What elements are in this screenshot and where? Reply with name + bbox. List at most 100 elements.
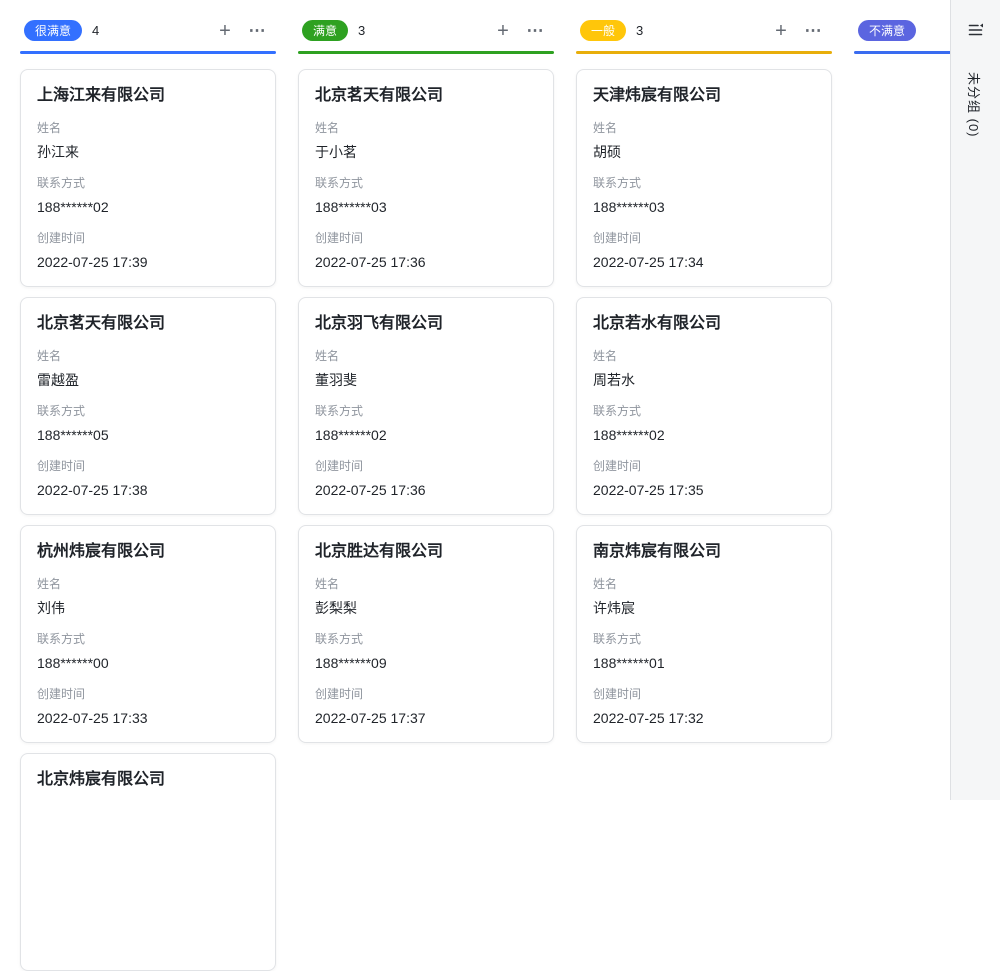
field-label-contact: 联系方式 [593,403,815,419]
field-value-contact: 188******02 [315,425,537,445]
add-card-button[interactable]: + [492,20,514,42]
group-badge: 很满意 [24,20,82,41]
field-value-name: 彭梨梨 [315,598,537,618]
card-count: 3 [636,23,643,38]
field-value-created: 2022-07-25 17:32 [593,708,815,728]
field-value-name: 于小茗 [315,142,537,162]
field-label-name: 姓名 [315,348,537,364]
kanban-column-very-satisfied: 很满意4+⋯上海江来有限公司姓名孙江来联系方式188******02创建时间20… [20,20,276,971]
kanban-card[interactable]: 南京炜宸有限公司姓名许炜宸联系方式 188******01 创建时间 2022-07-… [576,525,832,743]
field-value-created: 2022-07-25 17:37 [315,708,537,728]
card-list: 上海江来有限公司姓名孙江来联系方式188******02创建时间2022-07-… [20,69,276,971]
kanban-column-neutral: 一般3+⋯天津炜宸有限公司姓名胡硕联系方式188******03创建时间2022… [576,20,832,971]
card-title: 北京若水有限公司 [593,313,815,335]
card-title: 上海江来有限公司 [37,85,259,107]
field-label-created: 创建时间 [593,686,815,702]
field-value-contact: 188******01 [593,653,815,673]
column-header: 满意 3 + ⋯ [298,20,554,41]
group-badge: 一般 [580,20,626,41]
card-title: 杭州炜宸有限公司 [37,541,259,563]
column-header: 很满意 4 + ⋯ [20,20,276,41]
collapsed-group-label[interactable]: 未分组 (0) [965,72,984,138]
field-label-contact: 联系方式 [37,631,259,647]
column-menu-button[interactable]: ⋯ [246,20,268,42]
field-label-contact: 联系方式 [593,631,815,647]
group-badge: 不满意 [858,20,916,41]
field-label-created: 创建时间 [315,458,537,474]
field-value-name: 刘伟 [37,598,259,618]
card-title: 北京胜达有限公司 [315,541,537,563]
column-menu-button[interactable]: ⋯ [802,20,824,42]
column-header: 一般 3 + ⋯ [576,20,832,41]
field-label-name: 姓名 [37,120,259,136]
field-label-name: 姓名 [593,576,815,592]
field-value-name: 许炜宸 [593,598,815,618]
card-list: 北京茗天有限公司姓名于小茗联系方式188******03创建时间2022-07-… [298,69,554,743]
kanban-card[interactable]: 北京茗天有限公司姓名雷越盈联系方式188******05创建时间2022-07-… [20,297,276,515]
field-label-contact: 联系方式 [315,631,537,647]
kanban-card[interactable]: 北京茗天有限公司姓名于小茗联系方式 188******03 创建时间 2022-07-… [298,69,554,287]
field-value-name: 周若水 [593,370,815,390]
field-label-created: 创建时间 [315,230,537,246]
collapsed-groups-panel: 未分组 (0) [950,0,1000,800]
field-value-name: 董羽斐 [315,370,537,390]
field-label-contact: 联系方式 [315,403,537,419]
field-value-name: 胡硕 [593,142,815,162]
card-title: 北京羽飞有限公司 [315,313,537,335]
collapse-panel-button[interactable] [965,19,987,44]
field-label-contact: 联系方式 [315,175,537,191]
group-color-bar [298,51,554,54]
card-list: 天津炜宸有限公司姓名胡硕联系方式188******03创建时间2022-07-2… [576,69,832,743]
field-value-created: 2022-07-25 17:38 [37,480,259,500]
field-value-created: 2022-07-25 17:39 [37,252,259,272]
field-value-name: 雷越盈 [37,370,259,390]
field-value-contact: 188******03 [315,197,537,217]
kanban-column-satisfied: 满意3+⋯北京茗天有限公司姓名于小茗联系方式188******03创建时间202… [298,20,554,971]
field-value-name: 孙江来 [37,142,259,162]
group-color-bar [576,51,832,54]
field-value-created: 2022-07-25 17:36 [315,252,537,272]
field-label-contact: 联系方式 [37,175,259,191]
field-label-created: 创建时间 [315,686,537,702]
kanban-card[interactable]: 北京胜达有限公司姓名彭梨梨联系方式188******09创建时间2022-07-… [298,525,554,743]
card-title: 北京茗天有限公司 [315,85,537,107]
card-count: 4 [92,23,99,38]
field-label-name: 姓名 [315,576,537,592]
field-label-contact: 联系方式 [593,175,815,191]
field-label-created: 创建时间 [593,230,815,246]
field-label-name: 姓名 [593,348,815,364]
add-card-button[interactable]: + [770,20,792,42]
add-card-button[interactable]: + [214,20,236,42]
field-label-created: 创建时间 [593,458,815,474]
field-value-contact: 188******03 [593,197,815,217]
kanban-card[interactable]: 天津炜宸有限公司姓名胡硕联系方式188******03创建时间2022-07-2… [576,69,832,287]
card-title: 北京茗天有限公司 [37,313,259,335]
column-menu-button[interactable]: ⋯ [524,20,546,42]
kanban-card[interactable]: 杭州炜宸有限公司姓名刘伟联系方式 188******00 创建时间 2022-07-2… [20,525,276,743]
field-label-name: 姓名 [37,576,259,592]
card-title: 南京炜宸有限公司 [593,541,815,563]
field-label-name: 姓名 [593,120,815,136]
card-title: 天津炜宸有限公司 [593,85,815,107]
field-value-contact: 188******00 [37,653,259,673]
kanban-card[interactable]: 北京炜宸有限公司 [20,753,276,971]
kanban-card[interactable]: 上海江来有限公司姓名孙江来联系方式 188******02 创建时间 2022-07-… [20,69,276,287]
kanban-card[interactable]: 北京若水有限公司姓名周若水联系方式 188******02 创建时间 2022-07-… [576,297,832,515]
card-title: 北京炜宸有限公司 [37,769,259,791]
kanban-board: 很满意4+⋯上海江来有限公司姓名孙江来联系方式188******02创建时间20… [0,0,1000,971]
kanban-card[interactable]: 北京羽飞有限公司姓名董羽斐联系方式 188******02 创建时间 2022-07-… [298,297,554,515]
group-color-bar [20,51,276,54]
field-label-created: 创建时间 [37,458,259,474]
field-label-created: 创建时间 [37,686,259,702]
field-value-created: 2022-07-25 17:35 [593,480,815,500]
field-value-contact: 188******02 [593,425,815,445]
card-count: 3 [358,23,365,38]
field-value-created: 2022-07-25 17:36 [315,480,537,500]
field-value-contact: 188******02 [37,197,259,217]
field-label-name: 姓名 [315,120,537,136]
field-label-created: 创建时间 [37,230,259,246]
field-label-contact: 联系方式 [37,403,259,419]
field-value-created: 2022-07-25 17:33 [37,708,259,728]
group-badge: 满意 [302,20,348,41]
field-value-contact: 188******05 [37,425,259,445]
